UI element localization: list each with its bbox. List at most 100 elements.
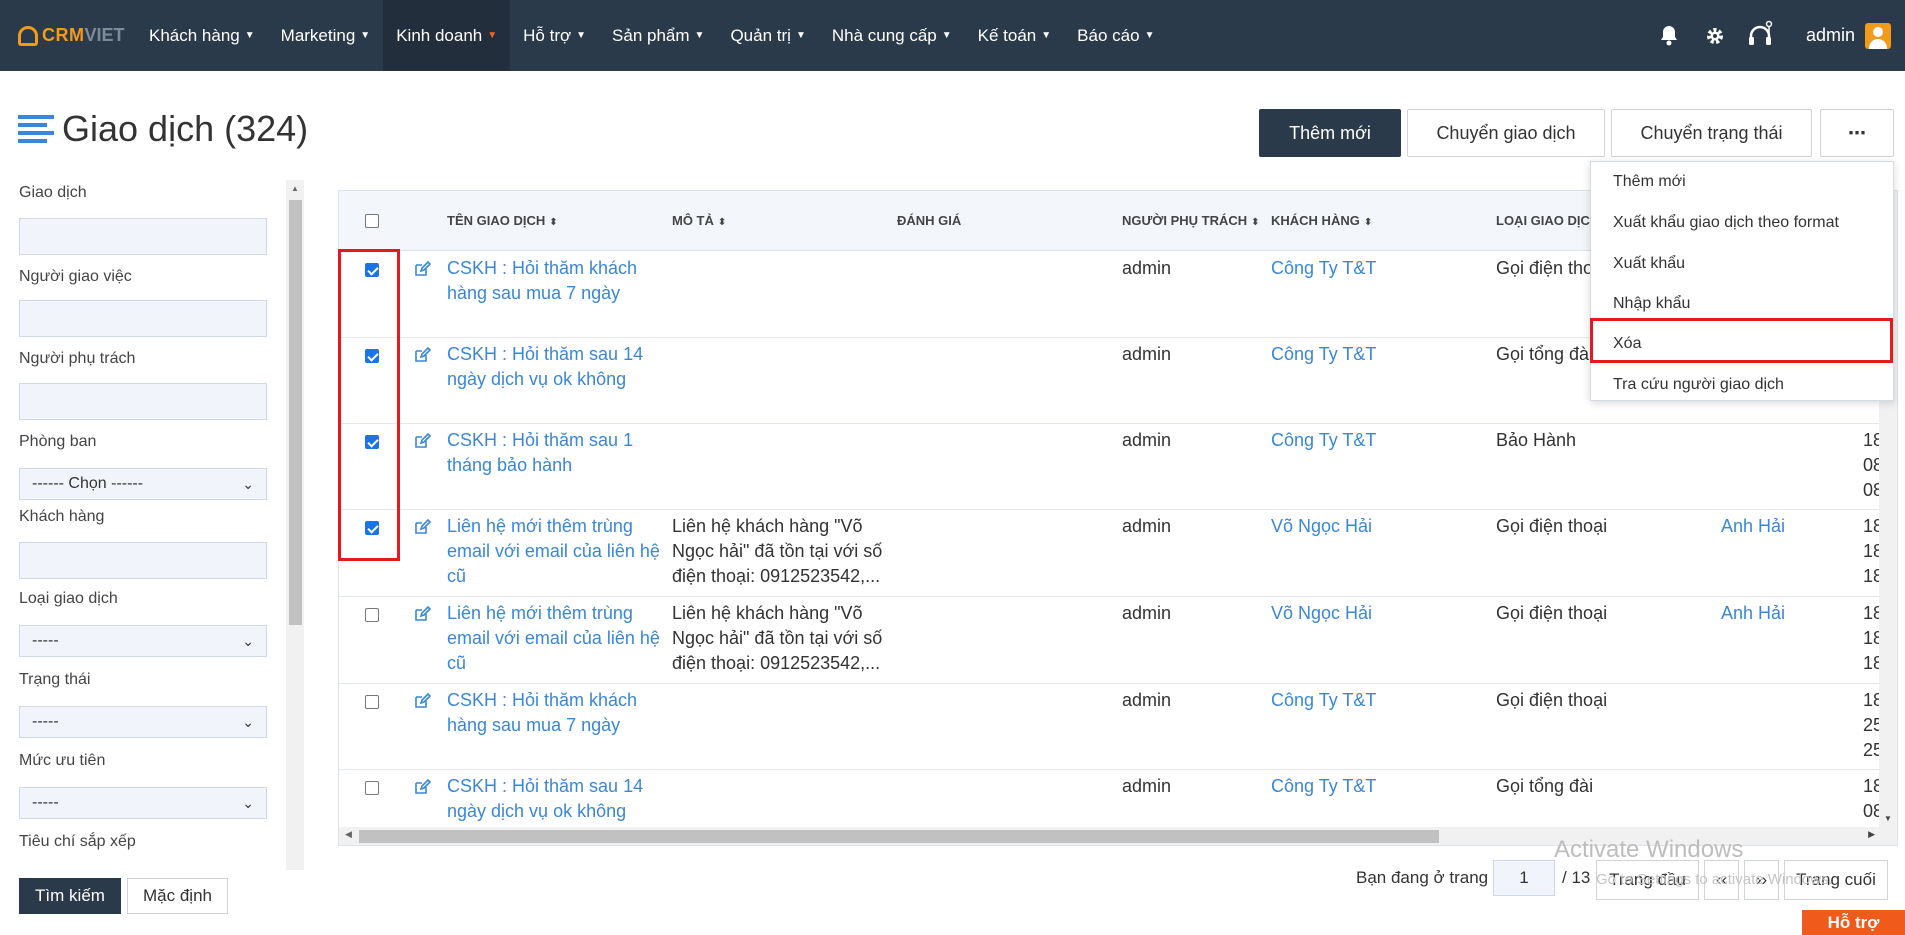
search-button[interactable]: Tìm kiếm	[19, 878, 121, 914]
delete-highlight-box	[1590, 318, 1893, 363]
edit-icon[interactable]	[413, 692, 431, 710]
dropdown-item-add[interactable]: Thêm mới	[1613, 173, 1686, 191]
header-customer[interactable]: KHÁCH HÀNG ⬍	[1271, 213, 1372, 228]
table-row[interactable]: CSKH : Hỏi thăm sau 1 tháng bảo hành admin…	[339, 424, 1897, 510]
support-button[interactable]: Hỗ trợ	[1802, 910, 1905, 935]
dropdown-item-import[interactable]: Nhập khẩu	[1613, 295, 1690, 313]
scroll-down-icon[interactable]: ▼	[1884, 814, 1892, 823]
user-name[interactable]: admin	[1806, 25, 1855, 46]
menu-item-support[interactable]: Hỗ trợ ▼	[510, 0, 599, 71]
dropdown-item-lookup[interactable]: Tra cứu người giao dịch	[1613, 376, 1784, 394]
customer-link[interactable]: Công Ty T&T	[1271, 774, 1376, 799]
menu-item-accounting[interactable]: Kế toán ▼	[965, 0, 1065, 71]
edit-icon[interactable]	[413, 778, 431, 796]
transaction-name-link[interactable]: CSKH : Hỏi thăm sau 14 ngày dịch vụ ok kh…	[447, 342, 643, 392]
customer-link[interactable]: Công Ty T&T	[1271, 342, 1376, 367]
nav-right: admin	[1646, 0, 1905, 71]
filter-priority-select[interactable]: ----- ⌄	[19, 787, 267, 819]
transaction-name-link[interactable]: Liên hệ mới thêm trùng email với email củ…	[447, 514, 660, 589]
filter-customer-input[interactable]	[19, 542, 267, 579]
page-number-input[interactable]: 1	[1493, 860, 1555, 896]
transaction-name-link[interactable]: CSKH : Hỏi thăm sau 14 ngày dịch vụ ok kh…	[447, 774, 643, 824]
header-owner[interactable]: NGƯỜI PHỤ TRÁCH ⬍	[1122, 213, 1260, 228]
transaction-name-link[interactable]: Liên hệ mới thêm trùng email với email củ…	[447, 601, 660, 676]
filter-status-select[interactable]: ----- ⌄	[19, 706, 267, 738]
filter-assigner-input[interactable]	[19, 300, 267, 337]
caret-down-icon: ▼	[244, 30, 255, 41]
menu-item-sales[interactable]: Kinh doanh ▼	[383, 0, 511, 71]
reset-default-button[interactable]: Mặc định	[127, 878, 228, 914]
select-all-checkbox[interactable]	[365, 214, 379, 228]
menu-item-marketing[interactable]: Marketing ▼	[268, 0, 384, 71]
customer-link[interactable]: Công Ty T&T	[1271, 688, 1376, 713]
change-status-button[interactable]: Chuyển trạng thái	[1611, 109, 1812, 157]
menu-item-customers[interactable]: Khách hàng ▼	[136, 0, 268, 71]
add-new-button[interactable]: Thêm mới	[1259, 109, 1401, 157]
dropdown-item-export-format[interactable]: Xuất khẩu giao dịch theo format	[1613, 214, 1839, 232]
contact-link[interactable]: Anh Hải	[1721, 601, 1785, 626]
scroll-right-icon[interactable]: ▶	[1868, 829, 1875, 840]
scroll-left-icon[interactable]: ◀	[345, 829, 352, 840]
transaction-name-link-line: CSKH : Hỏi thăm khách	[447, 690, 638, 710]
bell-icon[interactable]	[1646, 0, 1692, 71]
filter-department-select[interactable]: ------ Chọn ------ ⌄	[19, 468, 267, 500]
filter-type-select[interactable]: ----- ⌄	[19, 625, 267, 657]
transaction-name-link-line: email với email của liên hệ	[447, 628, 660, 648]
scroll-thumb[interactable]	[359, 830, 1439, 843]
dropdown-item-export[interactable]: Xuất khẩu	[1613, 255, 1685, 273]
edit-icon[interactable]	[413, 260, 431, 278]
customer-link[interactable]: Võ Ngọc Hải	[1271, 601, 1372, 626]
type-cell: Gọi tổng đài	[1496, 776, 1594, 796]
menu-item-reports[interactable]: Báo cáo ▼	[1064, 0, 1167, 71]
menu-item-suppliers[interactable]: Nhà cung cấp ▼	[819, 0, 965, 71]
contact-link[interactable]: Anh Hải	[1721, 514, 1785, 539]
gear-icon[interactable]	[1692, 0, 1738, 71]
menu-item-products[interactable]: Sản phẩm ▼	[599, 0, 717, 71]
more-actions-button[interactable]: ⋯	[1820, 109, 1894, 157]
filter-transaction-input[interactable]	[19, 218, 267, 255]
table-row[interactable]: CSKH : Hỏi thăm khách hàng sau mua 7 ngày…	[339, 684, 1897, 770]
scroll-up-icon[interactable]: ▲	[291, 184, 299, 193]
transaction-name-link[interactable]: CSKH : Hỏi thăm khách hàng sau mua 7 ngày	[447, 256, 637, 306]
caret-down-icon: ▼	[1041, 30, 1052, 41]
transaction-name-link[interactable]: CSKH : Hỏi thăm sau 1 tháng bảo hành	[447, 428, 633, 478]
table-row[interactable]: Liên hệ mới thêm trùng email với email củ…	[339, 597, 1897, 684]
menu-label: Khách hàng	[149, 25, 240, 45]
scroll-thumb[interactable]	[289, 200, 302, 625]
edit-icon[interactable]	[413, 432, 431, 450]
row-checkbox[interactable]	[365, 608, 379, 622]
customer-link[interactable]: Công Ty T&T	[1271, 428, 1376, 453]
row-checkbox[interactable]	[365, 695, 379, 709]
table-row[interactable]: Liên hệ mới thêm trùng email với email củ…	[339, 510, 1897, 597]
avatar[interactable]	[1865, 22, 1891, 49]
edit-icon[interactable]	[413, 518, 431, 536]
headset-icon[interactable]	[1738, 0, 1784, 71]
type-cell: Gọi điện thoại	[1496, 603, 1608, 623]
customer-link[interactable]: Võ Ngọc Hải	[1271, 514, 1372, 539]
crmviet-logo[interactable]: CRM VIET	[18, 25, 136, 46]
header-name[interactable]: TÊN GIAO DỊCH ⬍	[447, 213, 558, 228]
header-desc[interactable]: MÔ TẢ ⬍	[672, 213, 726, 228]
filter-status-label: Trạng thái	[19, 671, 91, 688]
sidebar-scrollbar[interactable]: ▲	[286, 180, 304, 870]
edit-icon[interactable]	[413, 605, 431, 623]
type-cell: Bảo Hành	[1496, 430, 1577, 450]
owner-cell: admin	[1122, 516, 1172, 536]
menu-item-admin[interactable]: Quản trị ▼	[717, 0, 818, 71]
edit-icon[interactable]	[413, 346, 431, 364]
header-type[interactable]: LOẠI GIAO DỊCH	[1496, 213, 1599, 228]
owner-cell: admin	[1122, 776, 1172, 796]
select-value: ------ Chọn ------	[32, 475, 144, 492]
logo-mark-icon	[18, 25, 38, 46]
menu-label: Kinh doanh	[396, 25, 483, 45]
owner-cell: admin	[1122, 344, 1172, 364]
type-cell: Gọi điện thoại	[1496, 516, 1608, 536]
activate-windows-hint: Go to Settings to activate Windows.	[1596, 871, 1833, 888]
filter-owner-input[interactable]	[19, 383, 267, 420]
row-checkbox[interactable]	[365, 781, 379, 795]
sort-icon: ⬍	[549, 217, 558, 228]
transaction-name-link[interactable]: CSKH : Hỏi thăm khách hàng sau mua 7 ngày	[447, 688, 637, 738]
transfer-transaction-button[interactable]: Chuyển giao dịch	[1407, 109, 1605, 157]
sort-icon: ⬍	[1251, 217, 1260, 228]
customer-link[interactable]: Công Ty T&T	[1271, 256, 1376, 281]
